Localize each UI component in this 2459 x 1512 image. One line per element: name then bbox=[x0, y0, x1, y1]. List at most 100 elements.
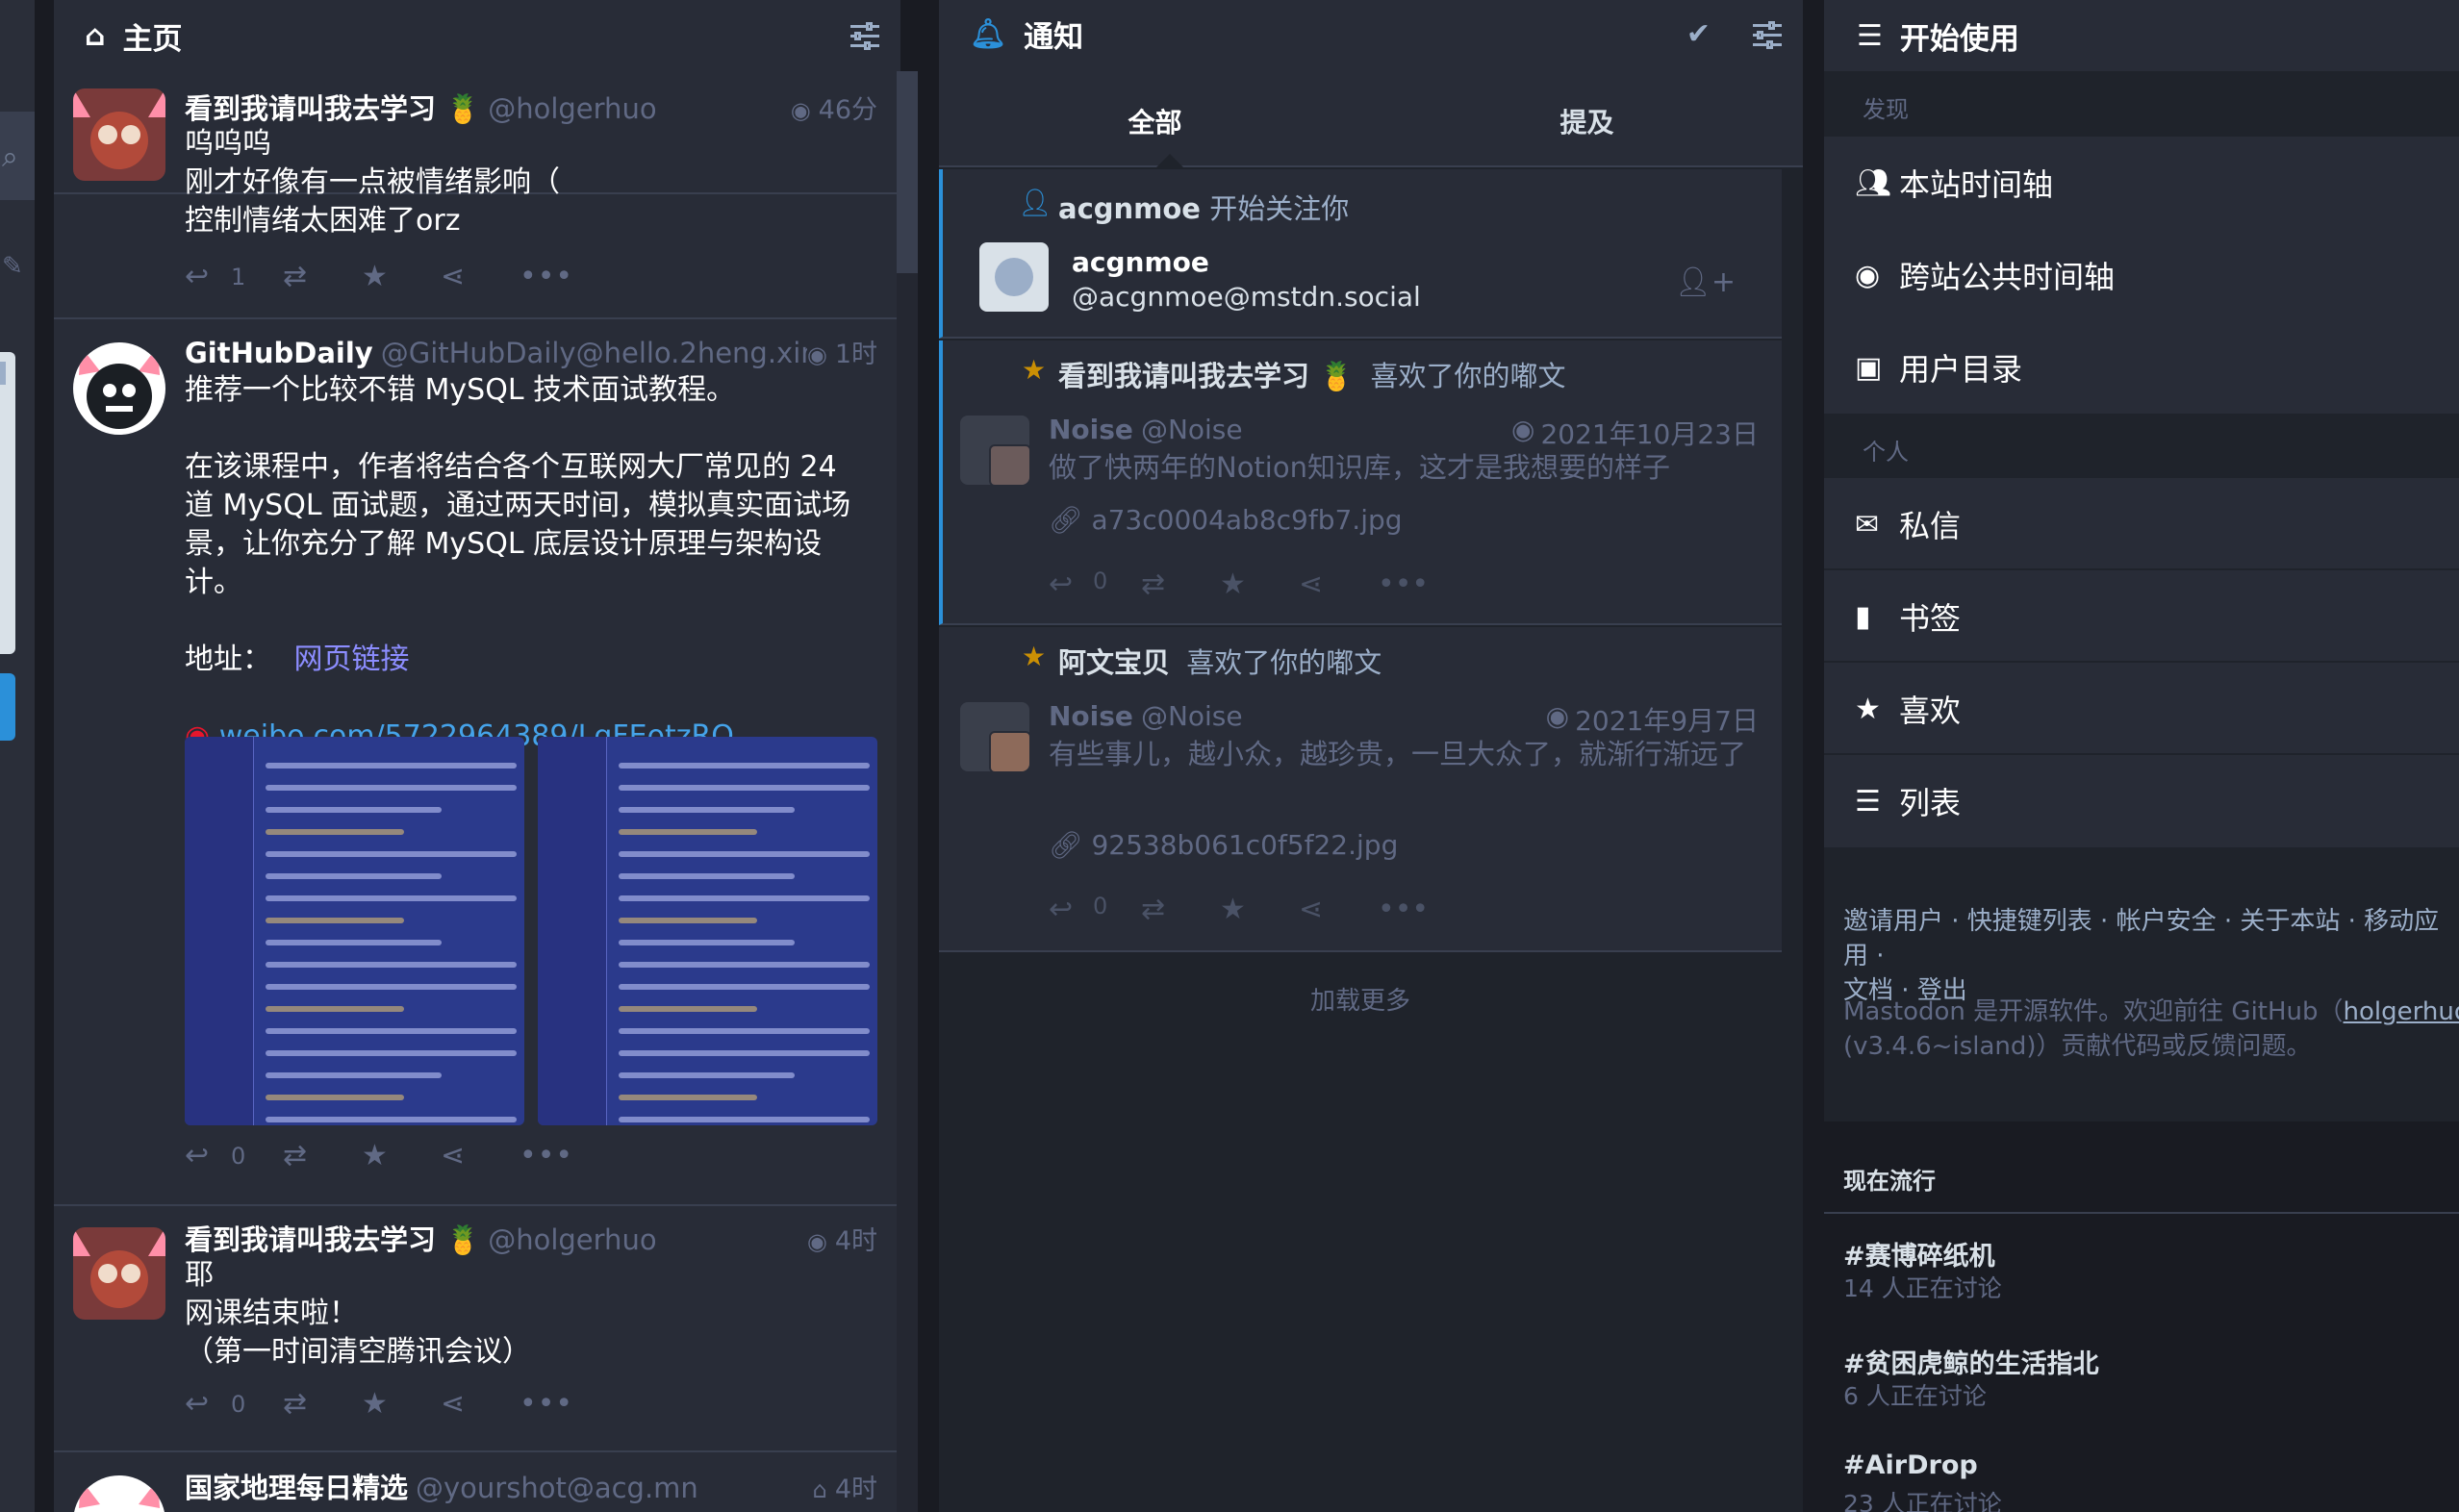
home-header[interactable]: ⌂ 主页 bbox=[54, 0, 900, 71]
trend-hashtag[interactable]: #AirDrop bbox=[1843, 1450, 1978, 1480]
compose-panel[interactable] bbox=[0, 352, 15, 654]
retweet-icon[interactable]: ⇄ bbox=[283, 260, 362, 293]
display-name[interactable]: 国家地理每日精选 bbox=[185, 1466, 408, 1506]
ellipsis-icon[interactable]: ••• bbox=[1378, 567, 1429, 601]
follow-button[interactable]: 👤︎+ bbox=[1675, 265, 1736, 299]
star-icon[interactable]: ★ bbox=[362, 1387, 441, 1421]
attachment-filename[interactable]: a73c0004ab8c9fb7.jpg bbox=[1091, 504, 1402, 536]
display-name[interactable]: GitHubDaily bbox=[185, 337, 373, 369]
display-name[interactable]: 看到我请叫我去学习 🍍 bbox=[185, 87, 480, 127]
tab-mentions[interactable]: 提及 bbox=[1371, 71, 1803, 165]
favourite-notification[interactable]: ★ 看到我请叫我去学习 🍍 喜欢了你的嘟文 Noise @Noise ◉ 202… bbox=[939, 340, 1782, 625]
account-card[interactable]: acgnmoe @acgnmoe@mstdn.social 👤︎+ bbox=[979, 242, 1768, 335]
nav-bookmarks[interactable]: ▮ 书签 bbox=[1824, 570, 2459, 663]
retweet-icon[interactable]: ⇄ bbox=[1141, 567, 1220, 601]
column-settings-icon[interactable] bbox=[1753, 20, 1782, 49]
share-icon[interactable]: ⋖ bbox=[1299, 893, 1378, 926]
github-link[interactable]: holgerhuo/m bbox=[2344, 997, 2459, 1026]
status-card[interactable]: 看到我请叫我去学习 🍍 @holgerhuo ◉ 46分 呜呜呜 刚才好像有一点… bbox=[54, 71, 897, 238]
globe-icon: ◉ bbox=[1545, 700, 1570, 732]
address-label: 地址： bbox=[185, 643, 271, 676]
trend-hashtag[interactable]: #贫困虎鲸的生活指北 bbox=[1843, 1343, 2099, 1380]
ellipsis-icon[interactable]: ••• bbox=[520, 260, 577, 293]
nav-lists[interactable]: ☰ 列表 bbox=[1824, 755, 2459, 847]
account-handle[interactable]: @holgerhuo bbox=[488, 1223, 807, 1256]
timestamp[interactable]: 2021年9月7日 bbox=[1575, 700, 1759, 739]
display-name[interactable]: Noise bbox=[1049, 414, 1133, 452]
mark-read-icon[interactable]: ✔ bbox=[1686, 17, 1711, 51]
account-handle[interactable]: @holgerhuo bbox=[488, 92, 790, 125]
share-icon[interactable]: ⋖ bbox=[441, 1139, 520, 1172]
retweet-icon[interactable]: ⇄ bbox=[283, 1139, 362, 1172]
display-name[interactable]: Noise bbox=[1049, 700, 1133, 739]
retweet-icon[interactable]: ⇄ bbox=[1141, 893, 1220, 926]
timestamp[interactable]: 4时 bbox=[835, 1220, 877, 1257]
timestamp[interactable]: 2021年10月23日 bbox=[1540, 414, 1759, 452]
display-name[interactable]: acgnmoe bbox=[1072, 246, 1209, 278]
tab-all[interactable]: 全部 bbox=[939, 71, 1371, 165]
avatar[interactable] bbox=[73, 342, 165, 435]
reply-icon[interactable]: ↩ bbox=[1049, 893, 1085, 926]
avatar[interactable] bbox=[73, 1227, 165, 1320]
load-more-button[interactable]: 加载更多 bbox=[939, 981, 1782, 1017]
nav-directory[interactable]: ▣ 用户目录 bbox=[1824, 321, 2459, 414]
account-handle[interactable]: @yourshot@acg.mn bbox=[416, 1472, 813, 1504]
media-image[interactable] bbox=[185, 737, 524, 1125]
getting-started-column: ☰ 开始使用 发现 👥︎ 本站时间轴 ◉ 跨站公共时间轴 ▣ 用户目录 个人 ✉… bbox=[1824, 0, 2459, 1121]
web-link[interactable]: 网页链接 bbox=[294, 643, 410, 676]
status-actions: ↩ 1 ⇄ ★ ⋖ ••• bbox=[185, 260, 577, 293]
avatar[interactable] bbox=[73, 1475, 165, 1512]
ellipsis-icon[interactable]: ••• bbox=[520, 1139, 577, 1172]
timestamp[interactable]: 4时 bbox=[835, 1468, 877, 1505]
star-icon[interactable]: ★ bbox=[362, 260, 441, 293]
notification-actor[interactable]: 看到我请叫我去学习 🍍 bbox=[1058, 360, 1354, 392]
star-icon[interactable]: ★ bbox=[362, 1139, 441, 1172]
share-icon[interactable]: ⋖ bbox=[1299, 567, 1378, 601]
notification-actor[interactable]: acgnmoe bbox=[1058, 192, 1201, 225]
nav-local-timeline[interactable]: 👥︎ 本站时间轴 bbox=[1824, 137, 2459, 229]
display-name[interactable]: 看到我请叫我去学习 🍍 bbox=[185, 1218, 480, 1258]
ellipsis-icon[interactable]: ••• bbox=[520, 1387, 577, 1421]
reply-icon[interactable]: ↩ bbox=[185, 1139, 219, 1172]
avatar[interactable] bbox=[960, 702, 1029, 771]
publish-button[interactable] bbox=[0, 673, 15, 741]
reply-icon[interactable]: ↩ bbox=[185, 1387, 219, 1421]
favourite-notification[interactable]: ★ 阿文宝贝 喜欢了你的嘟文 Noise @Noise ◉ 2021年9月7日 … bbox=[939, 627, 1782, 952]
avatar[interactable] bbox=[979, 242, 1049, 312]
footer-links: 邀请用户 · 快捷键列表 · 帐户安全 · 关于本站 · 移动应用 · 文档 ·… bbox=[1843, 904, 2459, 1008]
retweet-icon[interactable]: ⇄ bbox=[283, 1387, 362, 1421]
nav-label: 本站时间轴 bbox=[1899, 166, 2054, 203]
footer-links-line[interactable]: 邀请用户 · 快捷键列表 · 帐户安全 · 关于本站 · 移动应用 · bbox=[1843, 904, 2459, 973]
notifications-header[interactable]: 🔔︎ 通知 ✔ bbox=[939, 0, 1803, 71]
account-handle[interactable]: @GitHubDaily@hello.2heng.xin bbox=[381, 337, 807, 369]
trend-hashtag[interactable]: #赛博碎纸机 bbox=[1843, 1235, 1995, 1273]
star-icon[interactable]: ★ bbox=[1220, 893, 1299, 926]
share-icon[interactable]: ⋖ bbox=[441, 260, 520, 293]
timestamp[interactable]: 1时 bbox=[835, 333, 877, 370]
avatar[interactable] bbox=[960, 416, 1029, 485]
nav-federated-timeline[interactable]: ◉ 跨站公共时间轴 bbox=[1824, 229, 2459, 321]
attachment-link[interactable]: 🔗︎ 92538b061c0f5f22.jpg bbox=[1049, 829, 1398, 861]
attachment-filename[interactable]: 92538b061c0f5f22.jpg bbox=[1091, 829, 1398, 861]
scrollbar-track[interactable] bbox=[897, 71, 918, 1512]
account-handle[interactable]: @Noise bbox=[1141, 700, 1546, 739]
reply-icon[interactable]: ↩ bbox=[185, 260, 219, 293]
media-image[interactable] bbox=[538, 737, 877, 1125]
follow-notification[interactable]: 👤︎ acgnmoe 开始关注你 acgnmoe @acgnmoe@mstdn.… bbox=[939, 169, 1782, 339]
nav-direct-messages[interactable]: ✉ 私信 bbox=[1824, 478, 2459, 570]
timestamp[interactable]: 46分 bbox=[819, 88, 877, 126]
attachment-link[interactable]: 🔗︎ a73c0004ab8c9fb7.jpg bbox=[1049, 504, 1403, 536]
nav-favourites[interactable]: ★ 喜欢 bbox=[1824, 663, 2459, 755]
notification-actor[interactable]: 阿文宝贝 bbox=[1058, 646, 1170, 679]
star-icon[interactable]: ★ bbox=[1220, 567, 1299, 601]
reply-icon[interactable]: ↩ bbox=[1049, 567, 1085, 601]
search-bar[interactable]: ⌕ bbox=[0, 112, 35, 200]
scrollbar-thumb[interactable] bbox=[897, 71, 918, 273]
media-gallery[interactable] bbox=[185, 737, 877, 1125]
column-settings-icon[interactable] bbox=[850, 22, 879, 50]
pen-icon[interactable]: ✎ bbox=[2, 252, 23, 281]
ellipsis-icon[interactable]: ••• bbox=[1378, 893, 1429, 926]
account-handle[interactable]: @Noise bbox=[1141, 414, 1511, 452]
share-icon[interactable]: ⋖ bbox=[441, 1387, 520, 1421]
avatar[interactable] bbox=[73, 88, 165, 181]
